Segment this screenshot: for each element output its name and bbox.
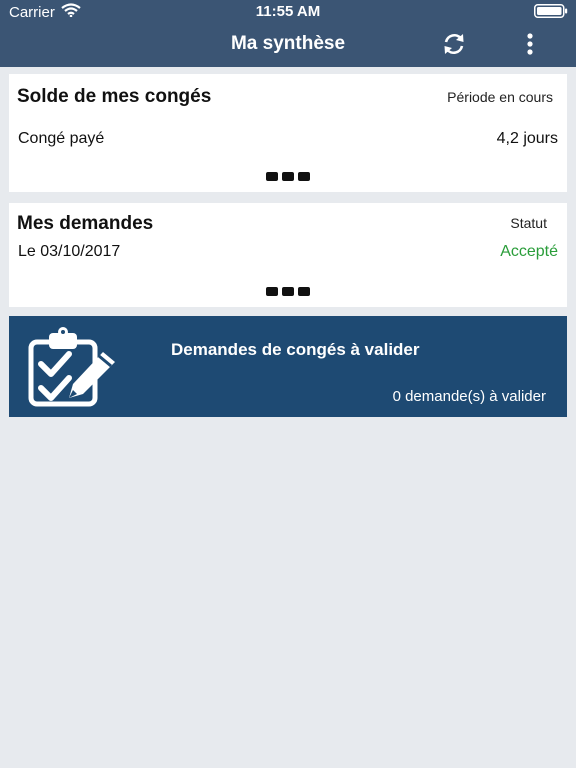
battery-icon (534, 4, 568, 18)
more-horizontal-icon[interactable] (266, 287, 310, 296)
dot (266, 172, 278, 181)
validation-banner[interactable]: Demandes de congés à valider 0 demande(s… (9, 316, 567, 417)
request-date: Le 03/10/2017 (18, 243, 121, 260)
leave-balance-card[interactable]: Solde de mes congés Période en cours Con… (9, 74, 567, 192)
status-time: 11:55 AM (255, 3, 321, 20)
request-status: Accepté (500, 243, 558, 260)
page-title: Ma synthèse (230, 33, 346, 54)
validation-title: Demandes de congés à valider (171, 340, 420, 359)
dot (282, 172, 294, 181)
more-vertical-icon[interactable] (520, 30, 540, 58)
requests-card[interactable]: Mes demandes Statut Le 03/10/2017 Accept… (9, 203, 567, 307)
period-label: Période en cours (447, 89, 553, 105)
requests-title: Mes demandes (17, 213, 154, 234)
dot (298, 287, 310, 296)
status-bar: Carrier 11:55 AM (0, 0, 576, 22)
more-horizontal-icon[interactable] (266, 172, 310, 181)
dot (282, 287, 294, 296)
leave-balance-title: Solde de mes congés (17, 86, 212, 107)
leave-type-label: Congé payé (18, 130, 105, 147)
nav-bar: Ma synthèse (0, 22, 576, 67)
dot (266, 287, 278, 296)
refresh-icon[interactable] (440, 30, 468, 58)
validation-count: 0 demande(s) à valider (392, 388, 546, 405)
dot (298, 172, 310, 181)
leave-balance-value: 4,2 jours (496, 130, 558, 147)
status-header: Statut (510, 215, 547, 231)
clipboard-check-edit-icon (25, 326, 120, 408)
